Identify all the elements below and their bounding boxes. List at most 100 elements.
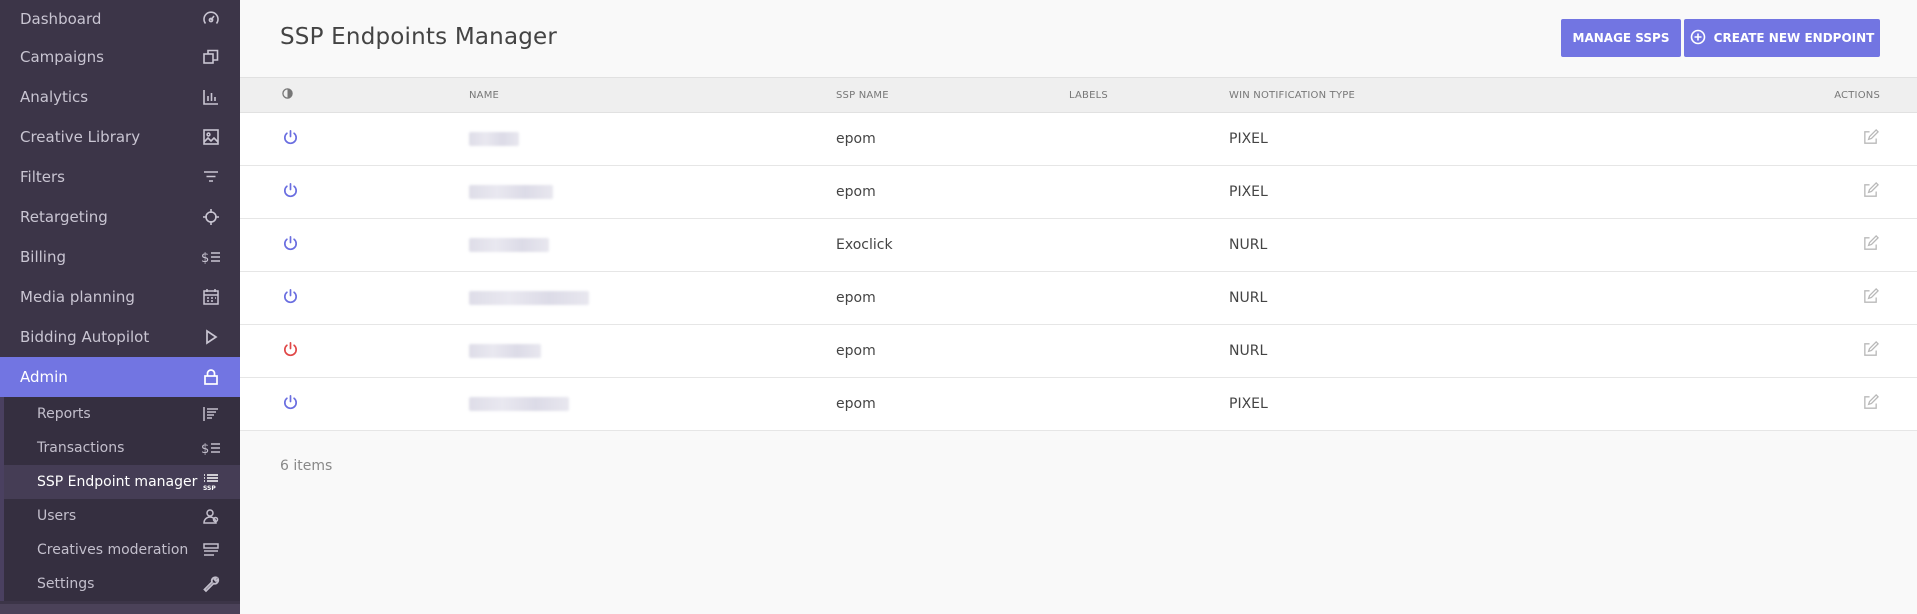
win-notification-cell: NURL xyxy=(1229,343,1268,359)
table-row: epom PIXEL xyxy=(240,165,1917,219)
name-cell[interactable] xyxy=(469,378,836,431)
power-icon[interactable] xyxy=(282,235,299,252)
column-header-ssp-name[interactable]: SSP NAME xyxy=(836,78,1069,113)
moderation-icon xyxy=(201,540,221,560)
sidebar-item-campaigns[interactable]: Campaigns xyxy=(0,37,240,77)
image-icon xyxy=(201,127,221,147)
column-header-win-notification-type[interactable]: WIN NOTIFICATION TYPE xyxy=(1229,78,1644,113)
labels-cell xyxy=(1069,166,1229,219)
actions-cell xyxy=(1644,378,1917,431)
sidebar-item-billing[interactable]: Billing $ xyxy=(0,237,240,277)
win-notification-cell: PIXEL xyxy=(1229,396,1268,412)
edit-icon[interactable] xyxy=(1862,181,1879,199)
column-header-labels[interactable]: LABELS xyxy=(1069,78,1229,113)
labels-cell xyxy=(1069,378,1229,431)
dollar-list-icon: $ xyxy=(201,247,221,267)
wrench-icon xyxy=(201,574,221,594)
sidebar-item-admin[interactable]: Admin xyxy=(0,357,240,397)
ssp-name-cell: epom xyxy=(836,290,876,306)
name-cell[interactable] xyxy=(469,325,836,378)
sidebar-item-reports[interactable]: Reports xyxy=(4,397,240,431)
bar-chart-icon xyxy=(201,87,221,107)
lock-icon xyxy=(201,367,221,387)
redacted-name xyxy=(469,344,541,358)
win-notification-cell: PIXEL xyxy=(1229,131,1268,147)
sidebar-item-filters[interactable]: Filters xyxy=(0,157,240,197)
edit-icon[interactable] xyxy=(1862,128,1879,146)
sidebar-item-label: Creatives moderation xyxy=(37,542,189,558)
status-cell xyxy=(240,219,469,272)
sidebar-item-label: Retargeting xyxy=(20,208,108,226)
sidebar-item-users[interactable]: Users xyxy=(4,499,240,533)
filter-icon xyxy=(201,167,221,187)
edit-icon[interactable] xyxy=(1862,287,1879,305)
table-row: Exoclick NURL xyxy=(240,218,1917,272)
manage-ssps-button[interactable]: MANAGE SSPS xyxy=(1561,19,1681,57)
edit-icon[interactable] xyxy=(1862,340,1879,358)
status-cell xyxy=(240,378,469,431)
ssp-name-cell: Exoclick xyxy=(836,237,893,253)
sidebar-item-transactions[interactable]: Transactions $ xyxy=(4,431,240,465)
ssp-name-cell: epom xyxy=(836,184,876,200)
ssp-list-icon: SSP xyxy=(201,472,221,492)
admin-submenu: Reports Transactions $ SSP Endpoint mana… xyxy=(0,397,240,601)
sidebar-item-creative-library[interactable]: Creative Library xyxy=(0,117,240,157)
status-cell xyxy=(240,166,469,219)
sidebar-item-settings[interactable]: Settings xyxy=(4,567,240,601)
sidebar-item-ssp-endpoint-manager[interactable]: SSP Endpoint manager SSP xyxy=(4,465,240,499)
status-cell xyxy=(240,325,469,378)
sidebar-item-creatives-moderation[interactable]: Creatives moderation xyxy=(4,533,240,567)
sidebar-item-label: Media planning xyxy=(20,288,135,306)
users-icon xyxy=(201,506,221,526)
power-icon[interactable] xyxy=(282,394,299,411)
sidebar-item-label: Campaigns xyxy=(20,48,105,66)
endpoints-table: NAME SSP NAME LABELS WIN NOTIFICATION TY… xyxy=(240,77,1917,431)
labels-cell xyxy=(1069,272,1229,325)
page-header: SSP Endpoints Manager MANAGE SSPS CREATE… xyxy=(240,0,1917,77)
sidebar-item-label: Filters xyxy=(20,168,65,186)
name-cell[interactable] xyxy=(469,272,836,325)
speedometer-icon xyxy=(201,9,221,29)
items-count: 6 items xyxy=(280,458,333,474)
name-cell[interactable] xyxy=(469,219,836,272)
sidebar-item-media-planning[interactable]: Media planning xyxy=(0,277,240,317)
labels-cell xyxy=(1069,219,1229,272)
sidebar-item-label: Reports xyxy=(37,406,91,422)
edit-icon[interactable] xyxy=(1862,234,1879,252)
edit-icon[interactable] xyxy=(1862,393,1879,411)
sidebar-item-label: Admin xyxy=(20,368,68,386)
power-icon[interactable] xyxy=(282,288,299,305)
sidebar-bottom-bar xyxy=(0,604,240,614)
name-cell[interactable] xyxy=(469,166,836,219)
calendar-icon xyxy=(201,287,221,307)
create-new-endpoint-label: CREATE NEW ENDPOINT xyxy=(1713,31,1875,45)
actions-cell xyxy=(1644,325,1917,378)
sidebar: Dashboard Campaigns Analytics Creative L… xyxy=(0,0,240,614)
create-new-endpoint-button[interactable]: CREATE NEW ENDPOINT xyxy=(1684,19,1880,57)
power-icon[interactable] xyxy=(282,182,299,199)
power-icon[interactable] xyxy=(282,341,299,358)
win-notification-cell: NURL xyxy=(1229,290,1268,306)
sidebar-item-dashboard[interactable]: Dashboard xyxy=(0,0,240,37)
sidebar-item-label: Bidding Autopilot xyxy=(20,328,150,346)
contrast-icon xyxy=(282,88,293,99)
crosshair-icon xyxy=(201,207,221,227)
status-column-header[interactable] xyxy=(240,78,469,113)
power-icon[interactable] xyxy=(282,129,299,146)
sidebar-item-analytics[interactable]: Analytics xyxy=(0,77,240,117)
redacted-name xyxy=(469,291,589,305)
sidebar-item-bidding-autopilot[interactable]: Bidding Autopilot xyxy=(0,317,240,357)
sidebar-item-retargeting[interactable]: Retargeting xyxy=(0,197,240,237)
column-header-name[interactable]: NAME xyxy=(469,78,836,113)
labels-cell xyxy=(1069,325,1229,378)
sidebar-item-label: Creative Library xyxy=(20,128,141,146)
table-header-row: NAME SSP NAME LABELS WIN NOTIFICATION TY… xyxy=(240,77,1917,113)
ssp-name-cell: epom xyxy=(836,343,876,359)
status-cell xyxy=(240,272,469,325)
column-header-actions: ACTIONS xyxy=(1834,89,1880,101)
name-cell[interactable] xyxy=(469,113,836,166)
table-row: epom PIXEL xyxy=(240,112,1917,166)
report-list-icon xyxy=(201,404,221,424)
play-icon xyxy=(201,327,221,347)
sidebar-item-label: Settings xyxy=(37,576,95,592)
